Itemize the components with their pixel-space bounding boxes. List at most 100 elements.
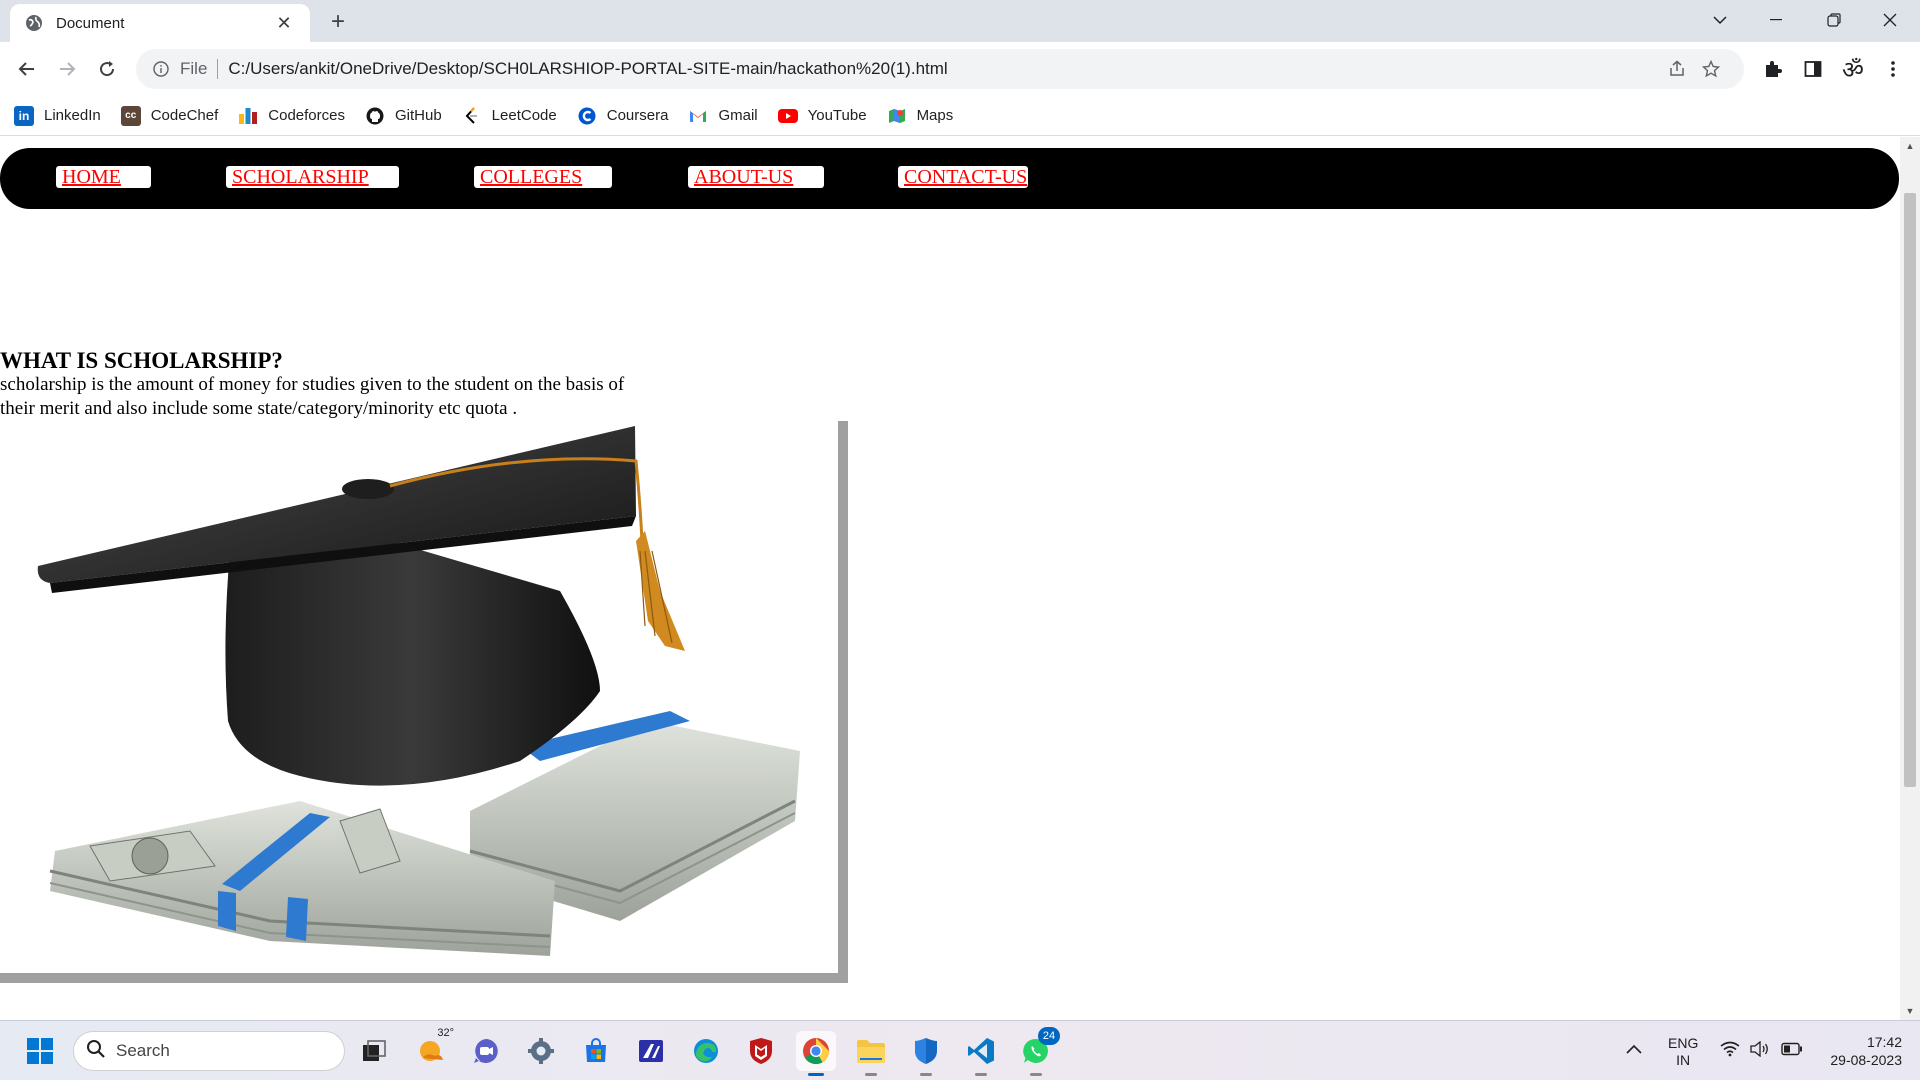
- reload-button[interactable]: [90, 52, 124, 86]
- running-indicator: [865, 1073, 877, 1076]
- browser-toolbar: File C:/Users/ankit/OneDrive/Desktop/SCH…: [0, 42, 1920, 96]
- mcafee-shield-icon[interactable]: [741, 1031, 781, 1071]
- battery-icon[interactable]: [1781, 1042, 1803, 1060]
- active-indicator: [808, 1073, 824, 1076]
- weather-icon[interactable]: 32°: [412, 1027, 454, 1071]
- nav-link-about-us[interactable]: ABOUT-US: [688, 166, 824, 188]
- bookmark-codeforces[interactable]: Codeforces: [238, 106, 345, 126]
- settings-gear-icon[interactable]: [521, 1031, 561, 1071]
- weather-temp: 32°: [437, 1027, 454, 1039]
- url-text[interactable]: C:/Users/ankit/OneDrive/Desktop/SCH0LARS…: [228, 59, 1660, 79]
- browser-tab[interactable]: Document ✕: [10, 4, 310, 42]
- windows-taskbar: Search 32° 24 ENG IN 17:42 29-08-2023: [0, 1020, 1920, 1080]
- show-hidden-icons-chevron-icon[interactable]: [1626, 1041, 1642, 1058]
- bookmark-label: LinkedIn: [44, 107, 101, 124]
- bookmark-github[interactable]: GitHub: [365, 106, 442, 126]
- bookmark-label: Gmail: [718, 107, 758, 124]
- url-scheme-label: File: [180, 59, 208, 78]
- coursera-icon: [577, 106, 597, 126]
- codeforces-icon: [238, 106, 258, 126]
- page-viewport: HOME SCHOLARSHIP COLLEGES ABOUT-US CONTA…: [0, 137, 1900, 1020]
- bookmark-linkedin[interactable]: in LinkedIn: [14, 105, 101, 126]
- vscode-icon[interactable]: [961, 1031, 1001, 1076]
- side-panel-icon[interactable]: [1796, 52, 1830, 86]
- search-label: Search: [116, 1041, 170, 1060]
- om-profile-icon[interactable]: ॐ: [1836, 52, 1870, 86]
- language-label: ENG: [1668, 1035, 1699, 1051]
- scrollbar-thumb[interactable]: [1904, 193, 1916, 787]
- nav-link-colleges[interactable]: COLLEGES: [474, 166, 612, 188]
- section-paragraph: scholarship is the amount of money for s…: [0, 374, 625, 419]
- defender-shield-icon[interactable]: [906, 1031, 946, 1076]
- bookmarks-bar: in LinkedIn cc CodeChef Codeforces GitHu…: [0, 96, 1920, 136]
- page-scrollbar[interactable]: ▲ ▼: [1900, 137, 1920, 1020]
- bookmark-label: CodeChef: [150, 107, 219, 124]
- browser-tab-strip: Document ✕ +: [0, 0, 1920, 42]
- whatsapp-notification-badge: 24: [1038, 1027, 1060, 1045]
- edge-browser-icon[interactable]: [686, 1031, 726, 1071]
- close-tab-icon[interactable]: ✕: [272, 13, 296, 34]
- bookmark-label: GitHub: [394, 107, 442, 124]
- running-indicator: [920, 1073, 932, 1076]
- site-navbar: HOME SCHOLARSHIP COLLEGES ABOUT-US CONTA…: [0, 148, 1899, 209]
- bookmark-star-icon[interactable]: [1694, 52, 1728, 86]
- graduation-cap-money-image: [0, 421, 848, 983]
- address-bar[interactable]: File C:/Users/ankit/OneDrive/Desktop/SCH…: [136, 49, 1744, 89]
- back-button[interactable]: [10, 52, 44, 86]
- teams-chat-icon[interactable]: [466, 1031, 506, 1071]
- clock-date: 29-08-2023: [1830, 1052, 1902, 1068]
- bookmark-codechef[interactable]: cc CodeChef: [120, 105, 219, 126]
- volume-icon[interactable]: [1750, 1040, 1770, 1061]
- section-heading: WHAT IS SCHOLARSHIP?: [0, 348, 283, 373]
- url-separator: [217, 59, 219, 79]
- extensions-icon[interactable]: [1756, 52, 1790, 86]
- task-view-icon[interactable]: [354, 1031, 394, 1071]
- file-explorer-icon[interactable]: [851, 1031, 891, 1076]
- clock-time: 17:42: [1866, 1034, 1902, 1050]
- scroll-up-arrow-icon[interactable]: ▲: [1900, 137, 1920, 155]
- new-tab-button[interactable]: +: [322, 6, 354, 38]
- bookmark-gmail[interactable]: Gmail: [688, 106, 758, 126]
- input-language-indicator[interactable]: ENG IN: [1668, 1035, 1698, 1069]
- tab-search-chevron-icon[interactable]: [1692, 0, 1748, 40]
- bookmark-label: Coursera: [606, 107, 669, 124]
- bookmark-label: LeetCode: [491, 107, 557, 124]
- bookmark-leetcode[interactable]: LeetCode: [462, 106, 557, 126]
- nav-link-scholarship[interactable]: SCHOLARSHIP: [226, 166, 399, 188]
- search-icon: [86, 1039, 106, 1064]
- bookmark-maps[interactable]: Maps: [887, 106, 954, 126]
- minimize-button[interactable]: [1748, 0, 1804, 40]
- nav-link-contact-us[interactable]: CONTACT-US: [898, 166, 1028, 188]
- chrome-taskbar-icon[interactable]: [796, 1031, 836, 1076]
- whatsapp-icon[interactable]: 24: [1016, 1027, 1060, 1076]
- bookmark-label: Maps: [916, 107, 954, 124]
- tab-title: Document: [56, 14, 125, 32]
- leetcode-icon: [462, 106, 482, 126]
- share-icon[interactable]: [1660, 52, 1694, 86]
- menu-kebab-icon[interactable]: [1876, 52, 1910, 86]
- bookmark-youtube[interactable]: YouTube: [777, 106, 867, 126]
- bookmark-label: Codeforces: [268, 107, 345, 124]
- microsoft-store-icon[interactable]: [576, 1031, 616, 1071]
- bookmark-coursera[interactable]: Coursera: [577, 106, 669, 126]
- globe-icon: [24, 13, 44, 33]
- linkedin-icon: in: [14, 105, 34, 126]
- restore-button[interactable]: [1806, 0, 1862, 40]
- nav-link-home[interactable]: HOME: [56, 166, 151, 188]
- tablet-pen-app-icon[interactable]: [631, 1031, 671, 1071]
- taskbar-search[interactable]: Search: [73, 1031, 345, 1071]
- system-clock[interactable]: 17:42 29-08-2023: [1830, 1033, 1902, 1069]
- region-label: IN: [1676, 1052, 1691, 1068]
- codechef-icon: cc: [120, 105, 141, 126]
- gmail-icon: [688, 106, 708, 126]
- forward-button[interactable]: [50, 52, 84, 86]
- wifi-icon[interactable]: [1720, 1041, 1740, 1061]
- start-button[interactable]: [20, 1031, 60, 1071]
- maps-icon: [887, 106, 907, 126]
- info-icon[interactable]: [152, 60, 170, 78]
- youtube-icon: [777, 106, 798, 126]
- bookmark-label: YouTube: [807, 107, 867, 124]
- github-icon: [365, 106, 385, 126]
- close-window-button[interactable]: [1862, 0, 1918, 40]
- scroll-down-arrow-icon[interactable]: ▼: [1900, 1002, 1920, 1020]
